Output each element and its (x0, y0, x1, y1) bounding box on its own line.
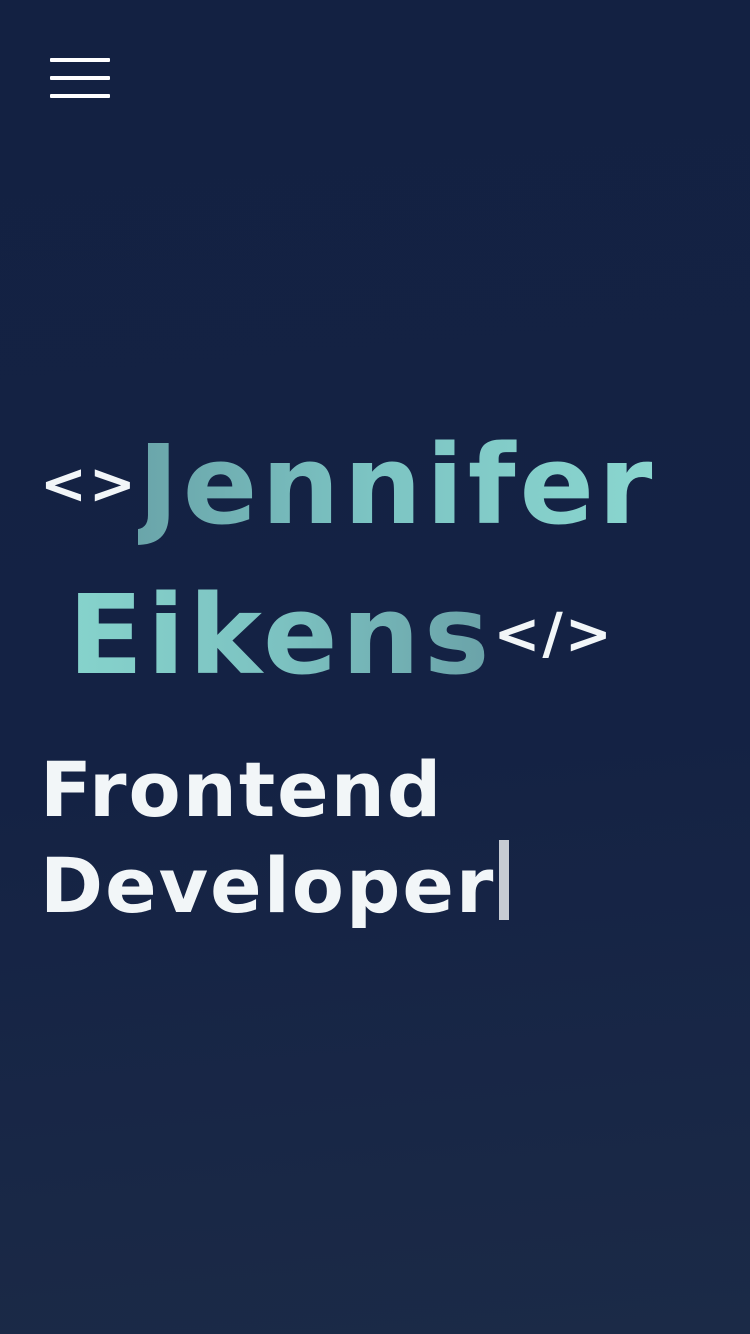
menu-bar-top (50, 58, 110, 62)
typing-cursor (499, 840, 510, 920)
hero-heading: <>Jennifer Eikens</> (40, 430, 720, 730)
menu-bar-middle (50, 76, 110, 80)
role-line-1: Frontend (40, 745, 444, 834)
hamburger-menu-button[interactable] (50, 58, 110, 102)
last-name: Eikens (68, 571, 494, 699)
role-line-2: Developer (40, 841, 496, 930)
open-tag-icon: <> (40, 452, 138, 517)
name-line-last: Eikens</> (40, 580, 720, 730)
first-name: Jennifer (137, 421, 657, 549)
role-line-2-wrapper: Developer (40, 838, 720, 934)
close-tag-icon: </> (493, 602, 614, 667)
role-subtitle: Frontend Developer (40, 742, 720, 934)
menu-bar-bottom (50, 94, 110, 98)
name-line-first: <>Jennifer (40, 430, 720, 580)
